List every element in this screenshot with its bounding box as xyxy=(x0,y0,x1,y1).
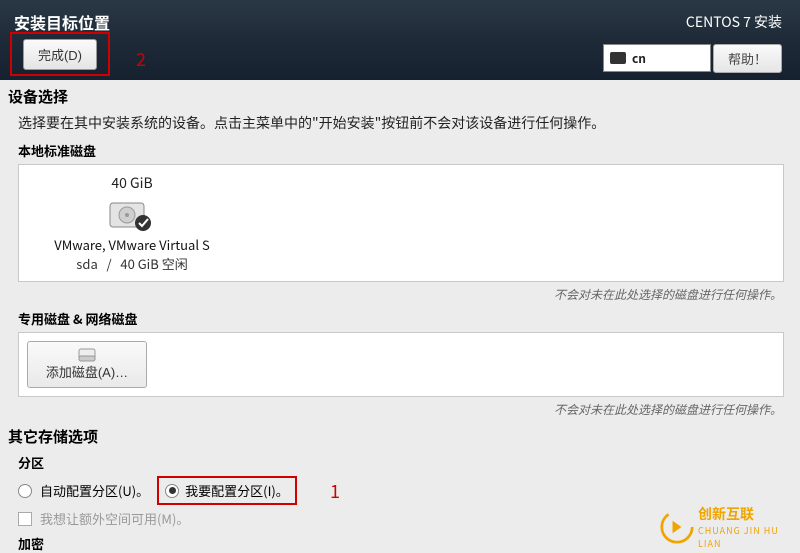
device-selection-title: 设备选择 xyxy=(8,86,792,107)
storage-options-title: 其它存储选项 xyxy=(8,426,792,447)
disk-size: 40 GiB xyxy=(111,173,152,193)
watermark-logo: 创新互联 CHUANG JIN HU LIAN xyxy=(660,502,800,552)
disk-name: VMware, VMware Virtual S xyxy=(54,235,209,254)
help-button[interactable]: 帮助！ xyxy=(713,44,782,73)
device-selection-hint: 选择要在其中安装系统的设备。点击主菜单中的"开始安装"按钮前不会对该设备进行任何… xyxy=(18,113,792,133)
header-right: CENTOS 7 安装 cn 帮助！ xyxy=(603,12,782,73)
manual-partition-label: 我要配置分区(I)。 xyxy=(185,481,289,500)
partition-radios: 自动配置分区(U)。 我要配置分区(I)。 xyxy=(18,476,792,505)
add-disk-button[interactable]: 添加磁盘(A)… xyxy=(27,341,147,388)
keyboard-layout-indicator[interactable]: cn xyxy=(603,44,711,72)
manual-partition-radio[interactable] xyxy=(165,484,179,498)
annotation-number-2: 2 xyxy=(136,46,146,72)
language-code: cn xyxy=(632,50,646,67)
extra-space-label: 我想让额外空间可用(M)。 xyxy=(40,509,189,528)
hard-drive-icon xyxy=(109,197,155,233)
disk-separator: / xyxy=(107,254,112,273)
disk-item[interactable]: 40 GiB VMware, VMware Virtual S sda / 40… xyxy=(27,173,237,273)
add-disk-label: 添加磁盘(A)… xyxy=(46,362,128,381)
special-disks-panel: 添加磁盘(A)… xyxy=(18,332,784,397)
content-area: 设备选择 选择要在其中安装系统的设备。点击主菜单中的"开始安装"按钮前不会对该设… xyxy=(0,80,800,553)
disk-free: 40 GiB 空闲 xyxy=(120,254,187,273)
partition-label: 分区 xyxy=(18,453,792,472)
local-disks-label: 本地标准磁盘 xyxy=(18,141,792,160)
local-disks-panel: 40 GiB VMware, VMware Virtual S sda / 40… xyxy=(18,164,784,282)
auto-partition-label: 自动配置分区(U)。 xyxy=(40,481,149,500)
special-disks-label: 专用磁盘 & 网络磁盘 xyxy=(18,309,792,328)
add-disk-icon xyxy=(78,348,96,362)
logo-icon xyxy=(660,508,694,546)
annotation-box-2: 完成(D) xyxy=(10,32,110,76)
installer-brand: CENTOS 7 安装 xyxy=(603,12,782,32)
extra-space-checkbox[interactable] xyxy=(18,512,32,526)
done-button[interactable]: 完成(D) xyxy=(23,39,97,70)
auto-partition-radio[interactable] xyxy=(18,484,32,498)
annotation-box-1: 我要配置分区(I)。 xyxy=(157,476,297,505)
header-bar: 安装目标位置 完成(D) 2 CENTOS 7 安装 cn 帮助！ xyxy=(0,0,800,80)
logo-text: 创新互联 CHUANG JIN HU LIAN xyxy=(698,504,794,550)
disk-info: sda / 40 GiB 空闲 xyxy=(76,254,187,273)
annotation-number-1: 1 xyxy=(330,478,340,504)
keyboard-icon xyxy=(610,52,626,64)
special-disks-note: 不会对未在此处选择的磁盘进行任何操作。 xyxy=(8,401,782,418)
local-disks-note: 不会对未在此处选择的磁盘进行任何操作。 xyxy=(8,286,782,303)
disk-id: sda xyxy=(76,254,97,273)
